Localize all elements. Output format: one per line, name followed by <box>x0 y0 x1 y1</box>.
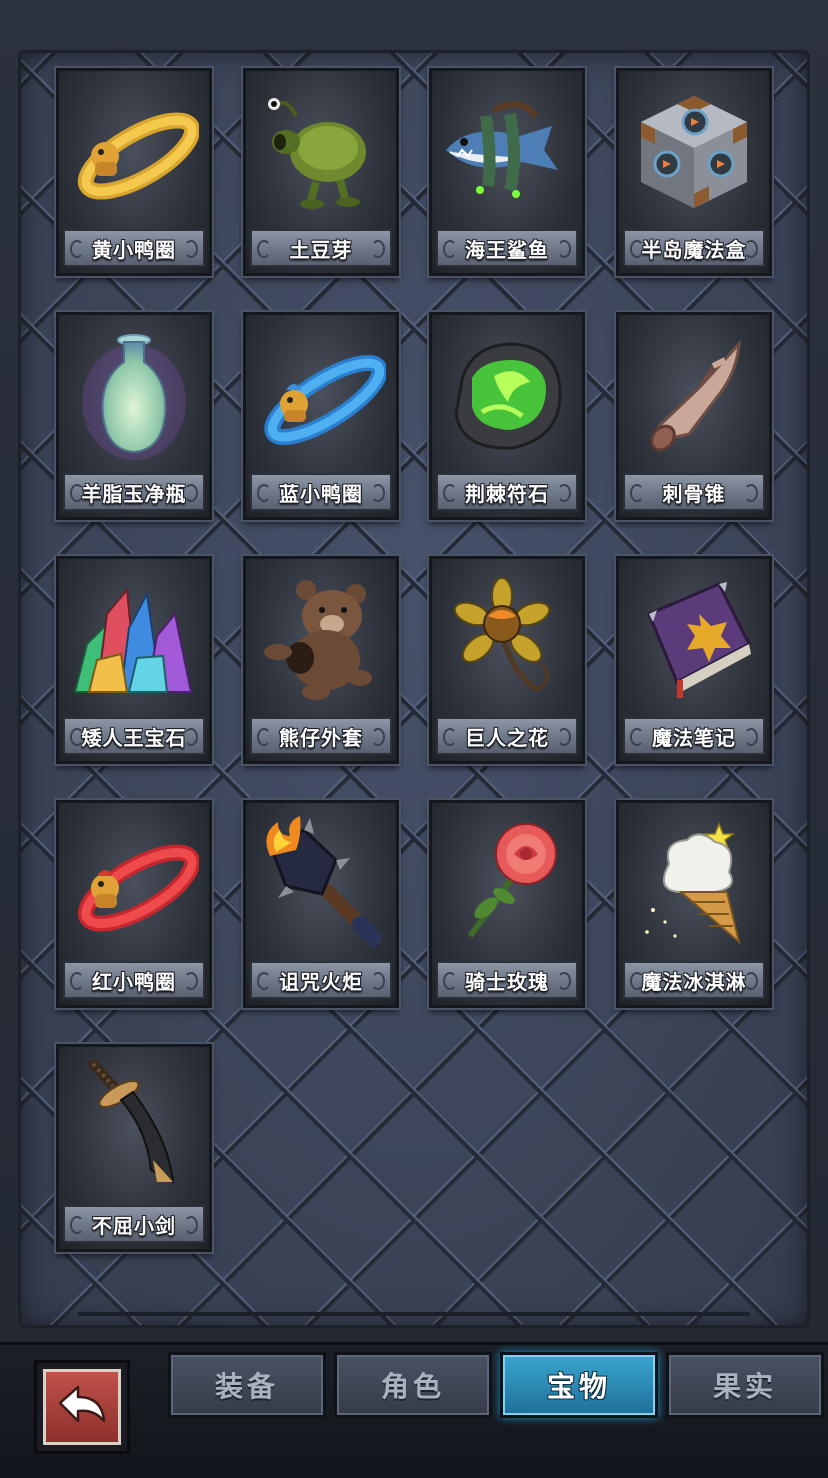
item-card[interactable]: 羊脂玉净瓶 <box>56 312 212 520</box>
magic-notebook-icon <box>627 565 761 713</box>
teddy-bear-coat-icon <box>254 565 388 713</box>
item-card[interactable]: 红小鸭圈 <box>56 800 212 1008</box>
item-card[interactable]: 刺骨锥 <box>616 312 772 520</box>
item-name: 巨人之花 <box>436 717 578 755</box>
item-card[interactable]: 荆棘符石 <box>429 312 585 520</box>
item-card[interactable]: 骑士玫瑰 <box>429 800 585 1008</box>
tab-treasures[interactable]: 宝物 <box>500 1352 658 1418</box>
magic-ice-cream-icon <box>627 809 761 957</box>
item-card[interactable]: 魔法冰淇淋 <box>616 800 772 1008</box>
item-card[interactable]: 不屈小剑 <box>56 1044 212 1252</box>
potato-sprout-icon <box>254 77 388 225</box>
yellow-duck-ring-icon <box>67 77 201 225</box>
dwarf-king-gems-icon <box>67 565 201 713</box>
item-card[interactable]: 半岛魔法盒 <box>616 68 772 276</box>
item-name: 半岛魔法盒 <box>623 229 765 267</box>
item-card[interactable]: 海王鲨鱼 <box>429 68 585 276</box>
item-card[interactable]: 熊仔外套 <box>243 556 399 764</box>
item-name: 骑士玫瑰 <box>436 961 578 999</box>
knight-rose-icon <box>440 809 574 957</box>
tab-characters[interactable]: 角色 <box>334 1352 492 1418</box>
item-name: 羊脂玉净瓶 <box>63 473 205 511</box>
item-name: 不屈小剑 <box>63 1205 205 1243</box>
tab-fruits[interactable]: 果实 <box>666 1352 824 1418</box>
item-card[interactable]: 诅咒火炬 <box>243 800 399 1008</box>
item-card[interactable]: 土豆芽 <box>243 68 399 276</box>
bone-spike-icon <box>627 321 761 469</box>
tab-equipment[interactable]: 装备 <box>168 1352 326 1418</box>
giant-flower-icon <box>440 565 574 713</box>
jade-vase-icon <box>67 321 201 469</box>
cursed-torch-icon <box>254 809 388 957</box>
item-card[interactable]: 魔法笔记 <box>616 556 772 764</box>
item-name: 魔法笔记 <box>623 717 765 755</box>
item-name: 熊仔外套 <box>250 717 392 755</box>
unyielding-dagger-icon <box>67 1053 201 1201</box>
item-name: 刺骨锥 <box>623 473 765 511</box>
sea-king-shark-icon <box>440 77 574 225</box>
item-name: 红小鸭圈 <box>63 961 205 999</box>
blue-duck-ring-icon <box>254 321 388 469</box>
peninsula-magic-box-icon <box>627 77 761 225</box>
item-name: 土豆芽 <box>250 229 392 267</box>
panel-divider <box>78 1312 750 1316</box>
item-name: 诅咒火炬 <box>250 961 392 999</box>
red-duck-ring-icon <box>67 809 201 957</box>
return-arrow-icon <box>43 1369 121 1445</box>
item-card[interactable]: 矮人王宝石 <box>56 556 212 764</box>
item-name: 魔法冰淇淋 <box>623 961 765 999</box>
item-card[interactable]: 黄小鸭圈 <box>56 68 212 276</box>
item-name: 黄小鸭圈 <box>63 229 205 267</box>
item-name: 蓝小鸭圈 <box>250 473 392 511</box>
item-name: 海王鲨鱼 <box>436 229 578 267</box>
item-name: 荆棘符石 <box>436 473 578 511</box>
item-card[interactable]: 巨人之花 <box>429 556 585 764</box>
thorn-rune-stone-icon <box>440 321 574 469</box>
item-name: 矮人王宝石 <box>63 717 205 755</box>
back-button[interactable] <box>34 1360 130 1454</box>
item-card[interactable]: 蓝小鸭圈 <box>243 312 399 520</box>
